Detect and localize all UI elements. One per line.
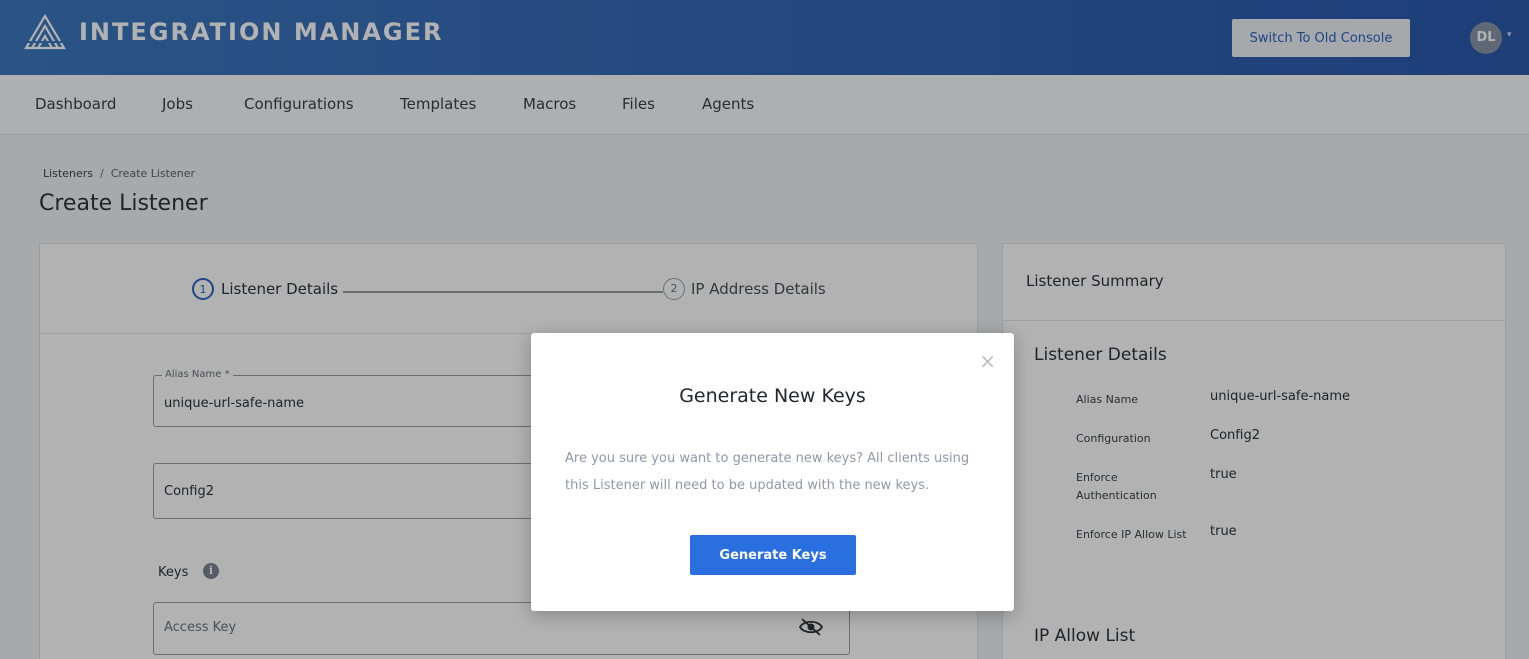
generate-keys-dialog: × Generate New Keys Are you sure you wan…: [531, 333, 1014, 611]
generate-keys-button[interactable]: Generate Keys: [690, 535, 856, 575]
dialog-title: Generate New Keys: [679, 385, 866, 407]
dialog-message: Are you sure you want to generate new ke…: [565, 451, 970, 493]
close-icon[interactable]: ×: [979, 351, 996, 371]
